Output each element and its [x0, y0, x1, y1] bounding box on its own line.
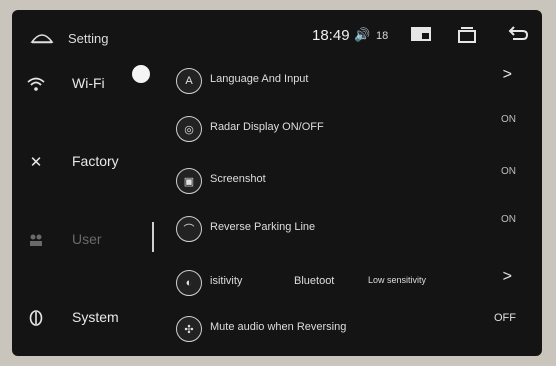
- screen: Setting 18:49 🔊 18 Wi-Fi ✕ Factory User: [12, 10, 542, 356]
- nav-label-system: System: [72, 309, 119, 325]
- nav-item-user[interactable]: User: [12, 220, 162, 260]
- row-label: Screenshot: [210, 173, 266, 185]
- toggle-value[interactable]: ON: [501, 166, 516, 177]
- row-screenshot[interactable]: ▣ Screenshot ON: [172, 160, 532, 206]
- wrench-icon: ✕: [29, 154, 43, 171]
- row-label: Radar Display ON/OFF: [210, 121, 324, 133]
- sensitivity-icon: ◐: [176, 270, 202, 296]
- nav-item-factory[interactable]: ✕ Factory: [12, 142, 162, 182]
- toggle-value[interactable]: ON: [501, 214, 516, 225]
- sensitivity-value: Low sensitivity: [368, 275, 427, 285]
- parking-line-icon: ⌒: [176, 216, 202, 242]
- home-icon[interactable]: [30, 30, 54, 44]
- recent-apps-icon[interactable]: [454, 24, 480, 46]
- bluetooth-label: Bluetoot: [294, 275, 335, 287]
- radar-icon: ◎: [176, 116, 202, 142]
- wifi-icon: [26, 74, 46, 94]
- chevron-right-icon: >: [502, 268, 512, 285]
- system-icon: [26, 308, 46, 328]
- volume-level: 18: [376, 30, 389, 42]
- row-language-input[interactable]: A Language And Input >: [172, 60, 532, 106]
- row-radar-display[interactable]: ◎ Radar Display ON/OFF ON: [172, 108, 532, 154]
- nav-label-wifi: Wi-Fi: [72, 75, 105, 91]
- nav-divider: [152, 222, 154, 252]
- screen-icon[interactable]: [408, 24, 434, 46]
- nav-label-user: User: [72, 231, 102, 247]
- volume-icon[interactable]: 🔊: [354, 27, 370, 43]
- row-mute-audio-reversing[interactable]: ✣ Mute audio when Reversing OFF: [172, 308, 532, 354]
- nav-label-factory: Factory: [72, 153, 119, 169]
- app-title: Setting: [68, 31, 109, 46]
- row-label: Language And Input: [210, 73, 309, 85]
- row-label: Reverse Parking Line: [210, 221, 316, 233]
- screenshot-icon: ▣: [176, 168, 202, 194]
- row-sensitivity[interactable]: ◐ isitivity Bluetoot Low sensitivity >: [172, 262, 532, 308]
- row-reverse-parking-line[interactable]: ⌒ Reverse Parking Line ON: [172, 208, 532, 254]
- chevron-right-icon: >: [502, 66, 512, 83]
- nav-item-system[interactable]: System: [12, 298, 162, 338]
- row-label: isitivity: [210, 275, 243, 287]
- wifi-toggle[interactable]: [132, 65, 150, 83]
- mute-icon: ✣: [176, 316, 202, 342]
- row-label: Mute audio when Reversing: [210, 321, 347, 333]
- user-icon: [26, 230, 46, 250]
- status-bar: Setting 18:49 🔊 18: [12, 10, 542, 54]
- language-icon: A: [176, 68, 202, 94]
- clock: 18:49: [312, 27, 350, 44]
- toggle-value[interactable]: OFF: [494, 312, 516, 324]
- toggle-value[interactable]: ON: [501, 114, 516, 125]
- back-icon[interactable]: [504, 24, 530, 46]
